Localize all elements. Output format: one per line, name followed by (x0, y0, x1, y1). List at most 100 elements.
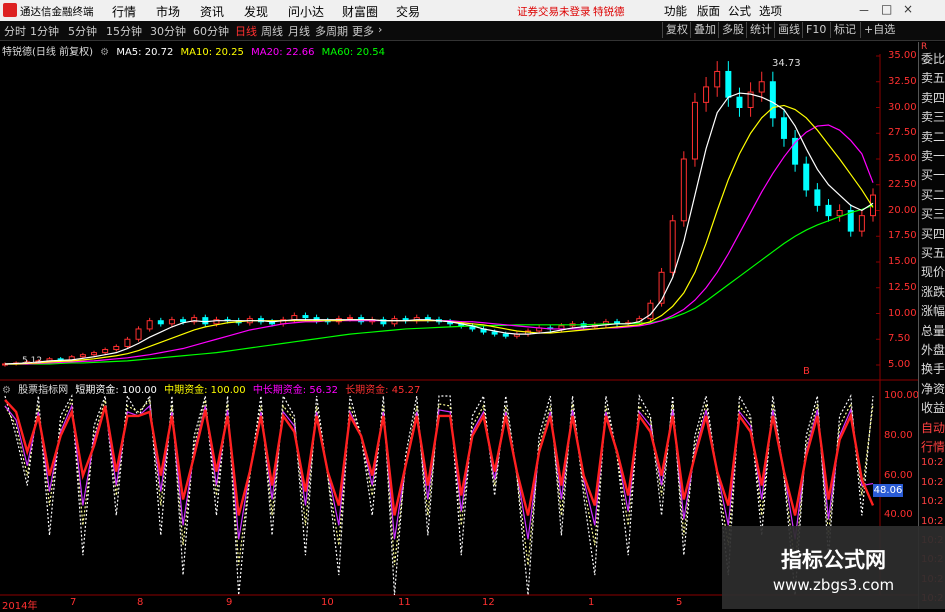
price-tick: 7.50 (888, 333, 911, 345)
stats-button[interactable]: 统计 (746, 22, 775, 38)
menu-trade[interactable]: 交易 (396, 3, 420, 20)
kline-chart[interactable] (0, 40, 918, 609)
indicator-name: 股票指标网 (18, 385, 69, 396)
date-tick: 10 (321, 597, 334, 608)
menu-discover[interactable]: 发现 (244, 3, 268, 20)
tab-1min[interactable]: 1分钟 (30, 23, 59, 39)
candle (814, 189, 821, 206)
price-tick: 15.00 (888, 256, 917, 267)
login-status[interactable]: 证券交易未登录 (517, 4, 591, 19)
menu-function[interactable]: 功能 (664, 3, 687, 19)
date-tick: 9 (226, 597, 233, 608)
panel-label: 卖二 (921, 129, 945, 144)
ma10-label: MA10: 20.25 (180, 47, 244, 58)
date-tick: 5 (676, 597, 683, 608)
watermark-url: www.zbgs3.com (772, 576, 895, 594)
tab-30min[interactable]: 30分钟 (150, 23, 186, 39)
price-tick: 12.50 (888, 281, 917, 293)
panel-label[interactable]: 自动 (921, 419, 945, 436)
tab-daily[interactable]: 日线 (235, 23, 257, 39)
date-tick: 11 (398, 597, 411, 608)
panel-label: 现价 (921, 265, 945, 280)
menu-ask[interactable]: 问小达 (288, 3, 324, 20)
indicator-tick: 100.00 (884, 390, 919, 401)
candle (780, 117, 787, 139)
price-tick: 32.50 (888, 75, 917, 87)
long-fund-label: 长期资金: 45.27 (345, 385, 421, 396)
candle (502, 333, 509, 337)
candle (135, 328, 142, 340)
panel-label: 涨跌 (921, 284, 945, 299)
panel-label: 卖四 (921, 90, 945, 105)
candle (725, 70, 732, 98)
menu-formula[interactable]: 公式 (728, 3, 751, 19)
ma20-line (5, 124, 874, 365)
minimize-button[interactable]: － (858, 2, 870, 19)
date-tick: 2014年 (2, 601, 38, 612)
settings-icon[interactable]: ⚙ (100, 47, 109, 58)
price-tick: 30.00 (888, 101, 917, 113)
candle (669, 220, 676, 273)
high-annotation: 34.73 (772, 58, 801, 69)
candle (302, 315, 309, 319)
candle (680, 158, 687, 222)
stock-title: 特锐德(日线 前复权) (2, 47, 93, 58)
overlay-button[interactable]: 叠加 (690, 22, 719, 38)
panel-label: 卖一 (921, 149, 945, 163)
candle (691, 101, 698, 160)
panel-label: 委比 (921, 52, 945, 66)
panel-label: 买五 (921, 246, 945, 260)
adjust-button[interactable]: 复权 (662, 22, 691, 38)
panel-label: 卖三 (921, 110, 945, 125)
f10-button[interactable]: F10 (802, 22, 829, 38)
indicator-legend: ⚙ 股票指标网 短期资金: 100.00 中期资金: 100.00 中长期资金:… (2, 381, 424, 396)
menu-options[interactable]: 选项 (759, 3, 782, 19)
menu-wealth[interactable]: 财富圈 (342, 3, 378, 20)
current-indicator-value: 48.06 (873, 484, 903, 497)
candle (113, 345, 120, 351)
tab-monthly[interactable]: 月线 (288, 23, 310, 39)
tab-intraday[interactable]: 分时 (4, 23, 26, 39)
panel-label: 买一 (921, 168, 945, 183)
close-button[interactable]: × (903, 2, 913, 16)
app-title: 通达信金融终端 (20, 6, 94, 18)
panel-label[interactable]: 行情 (921, 438, 945, 455)
candle (102, 349, 109, 354)
ma10-line (5, 104, 874, 365)
tab-multi-period[interactable]: 多周期 (315, 23, 348, 39)
menu-news[interactable]: 资讯 (200, 3, 224, 20)
candle (491, 331, 498, 335)
candle (803, 163, 810, 191)
indicator-tick: 80.00 (884, 429, 913, 441)
draw-button[interactable]: 画线 (774, 22, 803, 38)
add-watchlist-button[interactable]: +自选 (860, 22, 898, 38)
date-tick: 1 (588, 597, 595, 608)
tab-15min[interactable]: 15分钟 (106, 23, 142, 39)
tab-weekly[interactable]: 周线 (261, 23, 283, 39)
tab-more[interactable]: 更多 (352, 23, 374, 39)
menu-market[interactable]: 市场 (156, 3, 180, 20)
price-tick: 5.00 (888, 359, 911, 370)
mark-button[interactable]: 标记 (830, 22, 859, 38)
panel-label: 买四 (921, 226, 945, 241)
price-tick: 25.00 (888, 153, 917, 164)
panel-label: 10:2 (921, 515, 944, 527)
ma20-label: MA20: 22.66 (251, 47, 315, 58)
chevron-right-icon[interactable]: › (378, 23, 382, 36)
price-tick: 35.00 (888, 50, 917, 61)
panel-label: 10:2 (921, 476, 944, 488)
multi-stock-button[interactable]: 多股 (718, 22, 747, 38)
watermark-title: 指标公式网 (781, 548, 886, 572)
maximize-button[interactable]: □ (881, 2, 892, 16)
panel-label: 买二 (921, 187, 945, 202)
settings-icon[interactable]: ⚙ (2, 385, 11, 396)
ma5-label: MA5: 20.72 (116, 47, 174, 58)
menu-layout[interactable]: 版面 (697, 3, 720, 19)
tab-60min[interactable]: 60分钟 (193, 23, 229, 39)
panel-label: 10:2 (921, 496, 944, 508)
main-legend: 特锐德(日线 前复权) ⚙ MA5: 20.72 MA10: 20.25 MA2… (2, 43, 389, 58)
panel-label: 10:2 (921, 457, 944, 469)
menu-quote[interactable]: 行情 (112, 3, 136, 20)
tab-5min[interactable]: 5分钟 (68, 23, 97, 39)
candle (180, 319, 187, 323)
